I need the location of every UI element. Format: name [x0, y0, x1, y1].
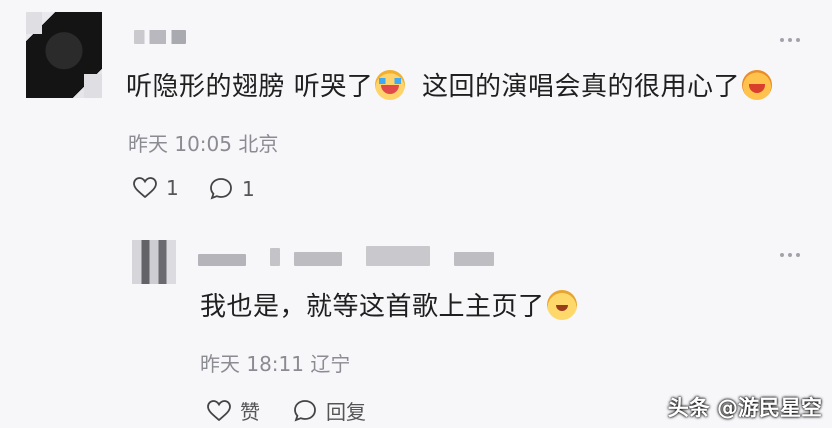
replier-avatar[interactable]: [132, 240, 176, 284]
speech-bubble-icon: [292, 398, 318, 424]
reply-text-row: 我也是，就等这首歌上主页了: [200, 290, 579, 322]
more-options-icon[interactable]: [780, 37, 800, 43]
reply-reply-label: 回复: [326, 400, 366, 424]
comment-like-button[interactable]: 1: [132, 176, 179, 200]
reply-meta: 昨天 18:11 辽宁: [200, 348, 350, 377]
comment-time: 昨天 10:05: [128, 132, 232, 156]
reply-time: 昨天 18:11: [200, 352, 304, 376]
reply-text: 我也是，就等这首歌上主页了: [200, 292, 545, 322]
comment-meta: 昨天 10:05 北京: [128, 128, 278, 157]
commenter-name-blurred[interactable]: [134, 30, 186, 44]
laughing-face-icon: [742, 70, 773, 100]
comment-text: 听隐形的翅膀 听哭了 这回的演唱会真的很用心了: [126, 70, 774, 102]
smiling-face-icon: [546, 290, 577, 320]
speech-bubble-icon: [208, 176, 234, 202]
watermark: 头条 @游民星空: [667, 396, 822, 420]
reply-like-label: 赞: [240, 400, 260, 424]
heart-icon: [206, 399, 232, 423]
comment-reply-button[interactable]: 1: [208, 176, 255, 202]
reply-like-button[interactable]: 赞: [206, 396, 260, 425]
comment-reply-count: 1: [242, 177, 255, 201]
replier-name-blurred[interactable]: [198, 244, 498, 270]
comment-like-count: 1: [166, 176, 179, 200]
reply-location: 辽宁: [310, 352, 351, 376]
crying-face-icon: [375, 70, 406, 100]
comment-text-part2: 这回的演唱会真的很用心了: [422, 72, 741, 102]
heart-icon: [132, 176, 158, 200]
reply-reply-button[interactable]: 回复: [292, 396, 366, 425]
commenter-avatar[interactable]: [26, 12, 102, 98]
comment-text-part1: 听隐形的翅膀 听哭了: [126, 72, 374, 102]
reply-more-options-icon[interactable]: [780, 252, 800, 258]
comment-location: 北京: [238, 132, 279, 156]
